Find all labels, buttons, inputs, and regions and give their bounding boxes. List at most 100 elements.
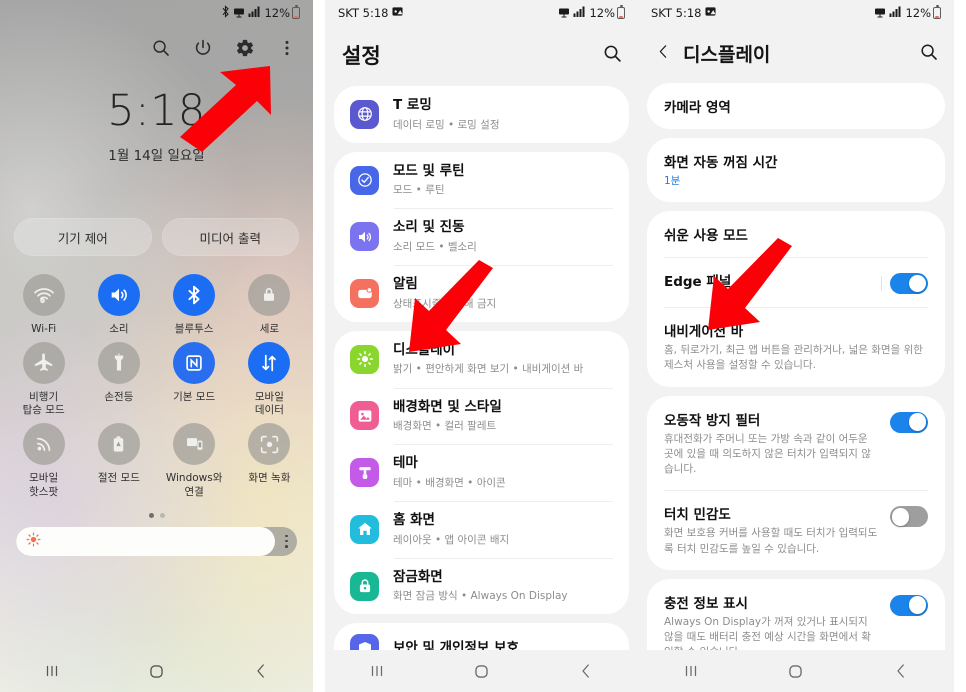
settings-item-title: 잠금화면 bbox=[393, 568, 443, 585]
page-indicator bbox=[0, 512, 313, 518]
recents-button[interactable] bbox=[25, 653, 79, 689]
settings-item-subtitle: 밝기 • 편안하게 화면 보기 • 내비게이션 바 bbox=[393, 363, 584, 376]
quick-tile-label: 화면 녹화 bbox=[248, 472, 291, 485]
settings-list[interactable]: T 로밍 데이터 로밍 • 로밍 설정 모드 및 루틴 모드 • 루틴 소리 및… bbox=[325, 86, 638, 692]
settings-item-themes[interactable]: 테마 테마 • 배경화면 • 아이콘 bbox=[334, 444, 629, 501]
quick-tile-sound[interactable]: 소리 bbox=[81, 274, 156, 336]
display-group: 화면 자동 꺼짐 시간 1분 bbox=[647, 138, 945, 203]
quick-tile-nfc[interactable]: 기본 모드 bbox=[157, 342, 232, 417]
brightness-sun-icon bbox=[26, 532, 41, 551]
navigation-bar-left bbox=[0, 650, 313, 692]
display-item-description: 화면 보호용 커버를 사용할 때도 터치가 입력되도록 터치 민감도를 높일 수… bbox=[664, 527, 878, 555]
airplane-icon bbox=[22, 342, 65, 385]
display-settings-list[interactable]: 카메라 영역 화면 자동 꺼짐 시간 1분 쉬운 사용 모드 Edge 패널 내… bbox=[638, 83, 954, 692]
toggle-knob bbox=[908, 274, 927, 293]
settings-item-sound-vibration[interactable]: 소리 및 진동 소리 모드 • 벨소리 bbox=[334, 208, 629, 265]
recents-button[interactable] bbox=[350, 653, 404, 689]
settings-item-display[interactable]: 디스플레이 밝기 • 편안하게 화면 보기 • 내비게이션 바 bbox=[334, 331, 629, 388]
touch-sensitivity-toggle[interactable] bbox=[890, 506, 928, 528]
navigation-bar-right bbox=[638, 650, 954, 692]
device-control-button[interactable]: 기기 제어 bbox=[14, 218, 152, 256]
quick-tile-label: 세로 bbox=[259, 323, 280, 335]
quick-tile-bluetooth[interactable]: 블루투스 bbox=[157, 274, 232, 336]
back-button[interactable] bbox=[874, 653, 928, 689]
settings-group: 모드 및 루틴 모드 • 루틴 소리 및 진동 소리 모드 • 벨소리 알림 상… bbox=[334, 151, 629, 322]
quick-panel-background: 12% 5:18 1월 14일 일요일 기기 제어 미디어 출력 Wi-Fi 소… bbox=[0, 0, 313, 692]
battery-percent-label: 12% bbox=[264, 6, 290, 20]
brightness-options-icon[interactable] bbox=[285, 534, 288, 548]
media-output-button[interactable]: 미디어 출력 bbox=[161, 218, 299, 256]
show-charging-info-toggle[interactable] bbox=[890, 594, 928, 616]
settings-item-title: T 로밍 bbox=[393, 97, 432, 113]
page-dot bbox=[159, 512, 165, 518]
screenshot-indicator-icon bbox=[705, 6, 716, 20]
accidental-touch-protection-toggle[interactable] bbox=[890, 411, 928, 433]
power-icon[interactable] bbox=[193, 38, 213, 58]
battery-percent-label: 12% bbox=[905, 6, 931, 20]
display-item-accidental-touch-protection[interactable]: 오동작 방지 필터 휴대전화가 주머니 또는 가방 속과 같이 어두운 곳에 있… bbox=[647, 396, 945, 491]
display-item-title: 터치 민감도 bbox=[664, 507, 731, 524]
battery-icon bbox=[933, 5, 941, 19]
display-item-title: 카메라 영역 bbox=[664, 100, 731, 116]
search-icon[interactable] bbox=[151, 38, 171, 58]
clock-time: 5:18 bbox=[107, 86, 206, 136]
quick-panel-pill-row: 기기 제어 미디어 출력 bbox=[0, 218, 313, 256]
quick-tile-flashlight[interactable]: 손전등 bbox=[81, 342, 156, 417]
back-arrow-icon[interactable] bbox=[655, 43, 672, 64]
volume-icon bbox=[350, 222, 379, 252]
display-item-camera-area[interactable]: 카메라 영역 bbox=[647, 83, 945, 129]
display-item-screen-timeout[interactable]: 화면 자동 꺼짐 시간 1분 bbox=[647, 138, 945, 202]
toggle-knob bbox=[908, 596, 927, 614]
page-title: 설정 bbox=[342, 44, 381, 68]
back-button[interactable] bbox=[559, 653, 613, 689]
settings-item-home-screen[interactable]: 홈 화면 레이아웃 • 앱 아이콘 배지 bbox=[334, 501, 629, 558]
display-item-edge-panels[interactable]: Edge 패널 bbox=[647, 257, 945, 307]
settings-item-notifications[interactable]: 알림 상태표시줄 • 방해 금지 bbox=[334, 265, 629, 322]
more-vertical-icon[interactable] bbox=[277, 38, 297, 58]
home-icon bbox=[350, 514, 379, 544]
quick-tile-wifi[interactable]: Wi-Fi bbox=[6, 274, 81, 336]
home-button[interactable] bbox=[129, 653, 183, 689]
quick-tile-hotspot[interactable]: 모바일 핫스팟 bbox=[6, 423, 81, 498]
search-icon[interactable] bbox=[602, 43, 623, 68]
display-item-title: 쉬운 사용 모드 bbox=[664, 228, 748, 245]
quick-tile-power-saving[interactable]: 절전 모드 bbox=[81, 423, 156, 498]
display-item-navigation-bar[interactable]: 내비게이션 바 홈, 뒤로가기, 최근 앱 버튼을 관리하거나, 넓은 화면을 … bbox=[647, 307, 945, 386]
wifi-icon bbox=[22, 274, 65, 316]
notification-icon bbox=[350, 279, 379, 309]
volume-icon bbox=[97, 274, 140, 316]
link-to-windows-icon bbox=[173, 423, 216, 466]
page-dot-active bbox=[148, 512, 154, 518]
settings-item-lock-screen[interactable]: 잠금화면 화면 잠금 방식 • Always On Display bbox=[334, 557, 629, 615]
quick-tile-screen-recorder[interactable]: 화면 녹화 bbox=[232, 423, 307, 498]
search-icon[interactable] bbox=[919, 42, 939, 66]
quick-tile-link-to-windows[interactable]: Windows와 연결 bbox=[157, 423, 232, 498]
quick-tile-mobile-data[interactable]: 모바일 데이터 bbox=[232, 342, 307, 417]
display-item-touch-sensitivity[interactable]: 터치 민감도 화면 보호용 커버를 사용할 때도 터치가 입력되도록 터치 민감… bbox=[647, 490, 945, 569]
edge-panels-toggle[interactable] bbox=[881, 273, 928, 295]
quick-tile-airplane[interactable]: 비행기 탑승 모드 bbox=[6, 342, 81, 417]
battery-icon bbox=[617, 5, 625, 19]
signal-icon bbox=[248, 6, 261, 20]
settings-item-wallpaper-style[interactable]: 배경화면 및 스타일 배경화면 • 컬러 팔레트 bbox=[334, 387, 629, 445]
flashlight-icon bbox=[97, 342, 140, 385]
quick-tile-label: 비행기 탑승 모드 bbox=[22, 391, 65, 417]
display-item-title: Edge 패널 bbox=[664, 274, 732, 291]
home-button[interactable] bbox=[769, 653, 823, 689]
display-item-easy-mode[interactable]: 쉬운 사용 모드 bbox=[647, 211, 945, 257]
display-header: 디스플레이 bbox=[638, 26, 954, 83]
home-button[interactable] bbox=[454, 653, 508, 689]
quick-tile-rotation[interactable]: 세로 bbox=[232, 274, 307, 336]
toggle-knob bbox=[891, 508, 910, 526]
toggle-knob bbox=[908, 413, 927, 431]
quick-tile-label: 블루투스 bbox=[174, 323, 214, 335]
gear-icon[interactable] bbox=[235, 38, 255, 58]
page-title: 디스플레이 bbox=[683, 44, 771, 66]
back-button[interactable] bbox=[234, 653, 288, 689]
settings-item-t-roaming[interactable]: T 로밍 데이터 로밍 • 로밍 설정 bbox=[334, 86, 629, 143]
recents-button[interactable] bbox=[664, 653, 718, 689]
wallpaper-icon bbox=[350, 401, 379, 431]
display-item-title: 충전 정보 표시 bbox=[664, 595, 748, 612]
settings-item-modes-routines[interactable]: 모드 및 루틴 모드 • 루틴 bbox=[334, 152, 629, 209]
brightness-slider[interactable] bbox=[16, 526, 297, 556]
